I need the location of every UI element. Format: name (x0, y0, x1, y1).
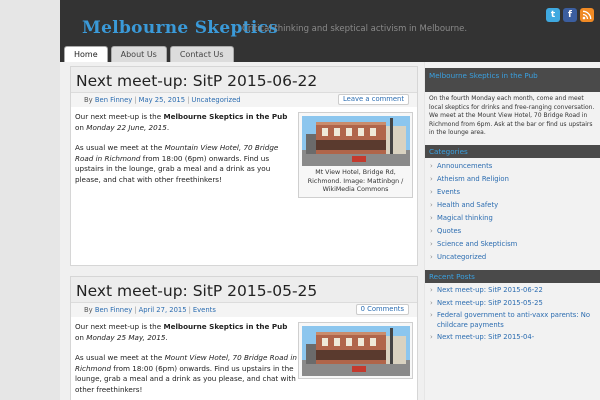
post-date-link[interactable]: May 25, 2015 (139, 96, 185, 104)
recent-post-link[interactable]: Next meet-up: SitP 2015-04- (425, 332, 600, 345)
figure-caption: Mt View Hotel, Bridge Rd, Richmond. Imag… (307, 169, 404, 193)
post-paragraph: Our next meet-up is the Melbourne Skepti… (75, 322, 288, 342)
category-link[interactable]: Uncategorized (425, 251, 600, 264)
rss-icon[interactable] (580, 8, 594, 22)
post-paragraph: As usual we meet at the Mountain View Ho… (75, 143, 279, 184)
facebook-icon[interactable]: f (563, 8, 577, 22)
post: Next meet-up: SitP 2015-06-22 By Ben Fin… (70, 66, 418, 266)
post-title[interactable]: Next meet-up: SitP 2015-06-22 (76, 72, 417, 90)
post-paragraph: Our next meet-up is the Melbourne Skepti… (75, 112, 288, 132)
sidebar: Melbourne Skeptics in the Pub On the fou… (425, 62, 600, 400)
widget-title-pub: Melbourne Skeptics in the Pub (425, 68, 600, 92)
hotel-photo[interactable] (302, 116, 410, 166)
category-link[interactable]: Quotes (425, 225, 600, 238)
post-paragraph: As usual we meet at the Mount View Hotel… (75, 353, 297, 394)
category-link[interactable]: Magical thinking (425, 212, 600, 225)
post: Next meet-up: SitP 2015-05-25 By Ben Fin… (70, 276, 418, 400)
post-category-link[interactable]: Events (193, 306, 216, 314)
post-figure: Mt View Hotel, Bridge Rd, Richmond. Imag… (298, 112, 413, 198)
category-link[interactable]: Health and Safety (425, 199, 600, 212)
comment-button[interactable]: 0 Comments (355, 304, 409, 315)
category-link[interactable]: Atheism and Religion (425, 173, 600, 186)
site-tagline: Critical thinking and skeptical activism… (242, 24, 468, 34)
post-title[interactable]: Next meet-up: SitP 2015-05-25 (76, 282, 417, 300)
category-link[interactable]: Events (425, 186, 600, 199)
recent-post-link[interactable]: Next meet-up: SitP 2015-05-25 (425, 298, 600, 311)
meta-by: By (84, 306, 93, 314)
post-date-link[interactable]: April 27, 2015 (139, 306, 187, 314)
main-nav: Home About Us Contact Us (64, 46, 234, 62)
post-author-link[interactable]: Ben Finney (95, 306, 132, 314)
category-link[interactable]: Science and Skepticism (425, 238, 600, 251)
meta-by: By (84, 96, 93, 104)
site-header: Melbourne Skeptics Critical thinking and… (60, 0, 600, 62)
widget-text-pub: On the fourth Monday each month, come an… (429, 95, 595, 137)
tab-contact[interactable]: Contact Us (169, 46, 234, 62)
post-category-link[interactable]: Uncategorized (191, 96, 240, 104)
post-body: Our next meet-up is the Melbourne Skepti… (71, 107, 417, 198)
content-area: Next meet-up: SitP 2015-06-22 By Ben Fin… (60, 62, 424, 400)
widget-title-recent: Recent Posts (425, 269, 600, 283)
post-meta: By Ben Finney | April 27, 2015 | Events 0 Co… (71, 303, 417, 317)
tab-about[interactable]: About Us (110, 46, 167, 62)
post-figure (298, 322, 413, 379)
tab-home[interactable]: Home (64, 46, 108, 62)
category-list: Announcements Atheism and Religion Event… (425, 158, 600, 266)
social-links: t f (546, 8, 594, 22)
recent-posts-list: Next meet-up: SitP 2015-06-22 Next meet-… (425, 283, 600, 347)
twitter-icon[interactable]: t (546, 8, 560, 22)
category-link[interactable]: Announcements (425, 160, 600, 173)
recent-post-link[interactable]: Next meet-up: SitP 2015-06-22 (425, 285, 600, 298)
post-author-link[interactable]: Ben Finney (95, 96, 132, 104)
recent-post-link[interactable]: Federal government to anti-vaxx parents:… (425, 310, 600, 332)
widget-title-categories: Categories (425, 144, 600, 158)
comment-button[interactable]: Leave a comment (338, 94, 409, 105)
post-body: Our next meet-up is the Melbourne Skepti… (71, 317, 417, 395)
hotel-photo[interactable] (302, 326, 410, 376)
post-meta: By Ben Finney | May 25, 2015 | Uncategorized… (71, 93, 417, 107)
